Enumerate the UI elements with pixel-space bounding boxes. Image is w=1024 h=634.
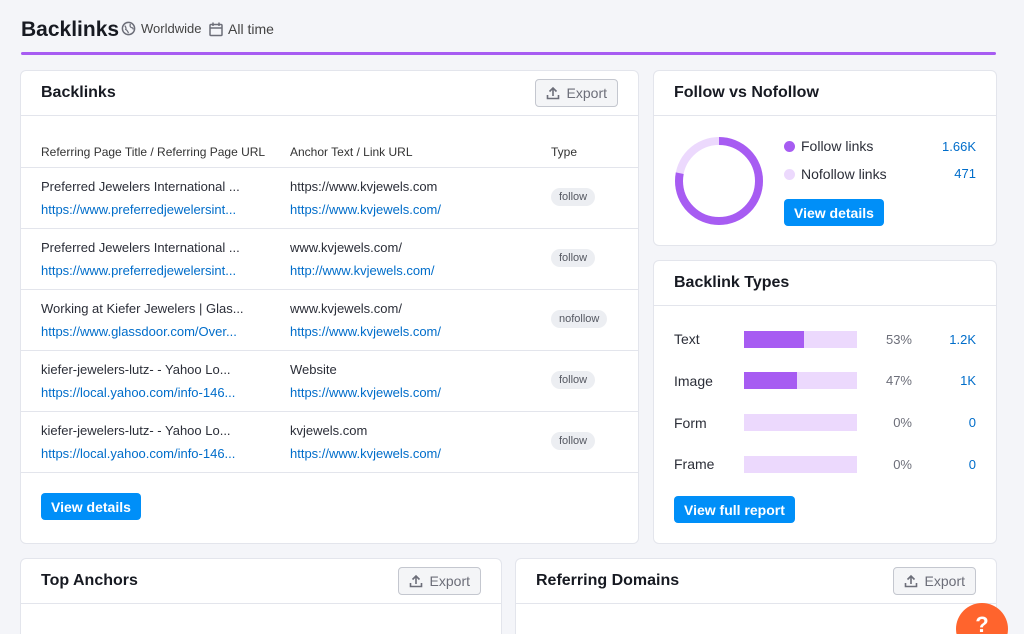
period-label: All time	[228, 21, 274, 37]
link-url[interactable]: https://www.kvjewels.com/	[290, 202, 441, 217]
nofollow-label: Nofollow links	[801, 166, 887, 182]
export-label: Export	[566, 85, 607, 101]
follow-label: Follow links	[801, 138, 874, 154]
export-label: Export	[924, 573, 965, 589]
export-button[interactable]: Export	[534, 79, 618, 107]
follow-nofollow-card: Follow vs Nofollow Follow links 1.66K No…	[653, 70, 997, 246]
follow-view-details-button[interactable]: View details	[784, 199, 884, 226]
nofollow-dot-icon	[784, 168, 795, 180]
referring-page-title: kiefer-jewelers-lutz- - Yahoo Lo...	[41, 362, 231, 377]
follow-card-title: Follow vs Nofollow	[674, 84, 819, 101]
anchor-text: https://www.kvjewels.com	[290, 179, 438, 194]
link-type-badge: follow	[551, 188, 596, 206]
referring-domains-card: Referring Domains Export	[515, 558, 997, 634]
anchors-export-button[interactable]: Export	[397, 567, 481, 595]
type-label-text: Text	[674, 331, 700, 347]
type-pct-text: 53%	[885, 332, 912, 347]
follow-donut-chart	[675, 137, 763, 225]
top-anchors-card: Top Anchors Export	[20, 558, 502, 634]
follow-card-header: Follow vs Nofollow	[654, 71, 996, 116]
period-selector[interactable]: All time	[209, 21, 274, 37]
nofollow-value[interactable]: 471	[954, 166, 976, 181]
anchor-text: www.kvjewels.com/	[290, 301, 402, 316]
referring-page-url[interactable]: https://local.yahoo.com/info-146...	[41, 446, 273, 461]
link-url[interactable]: https://www.kvjewels.com/	[290, 446, 441, 461]
type-bar-form	[744, 414, 857, 431]
follow-dot-icon	[784, 140, 795, 152]
referring-page-url[interactable]: https://www.glassdoor.com/Over...	[41, 324, 273, 339]
link-type-badge: follow	[551, 371, 596, 389]
column-header-referring-page[interactable]: Referring Page Title / Referring Page UR…	[41, 145, 265, 159]
link-url[interactable]: http://www.kvjewels.com/	[290, 263, 435, 278]
link-url[interactable]: https://www.kvjewels.com/	[290, 385, 441, 400]
type-bar-fill	[744, 331, 804, 348]
anchors-card-header: Top Anchors Export	[21, 559, 501, 604]
type-bar-fill	[744, 372, 798, 389]
region-label: Worldwide	[141, 21, 202, 36]
domains-export-button[interactable]: Export	[892, 567, 976, 595]
referring-page-title: Preferred Jewelers International ...	[41, 179, 240, 194]
region-selector[interactable]: Worldwide	[121, 21, 201, 36]
link-url[interactable]: https://www.kvjewels.com/	[290, 324, 441, 339]
upload-icon	[409, 574, 422, 588]
anchor-text: www.kvjewels.com/	[290, 240, 402, 255]
column-header-type[interactable]: Type	[551, 145, 577, 159]
anchors-card-title: Top Anchors	[41, 572, 138, 589]
row-divider	[21, 472, 638, 473]
anchor-text: Website	[290, 362, 337, 377]
export-label: Export	[429, 573, 470, 589]
view-details-button[interactable]: View details	[41, 493, 141, 520]
referring-page-title: Preferred Jewelers International ...	[41, 240, 240, 255]
table-row: Preferred Jewelers International ... htt…	[21, 168, 638, 229]
referring-page-title: Working at Kiefer Jewelers | Glas...	[41, 301, 244, 316]
page-title: Backlinks	[21, 18, 120, 41]
type-bar-image	[744, 372, 857, 389]
type-value-frame[interactable]: 0	[969, 457, 976, 472]
follow-legend: Follow links	[784, 138, 873, 154]
type-bar-text	[744, 331, 857, 348]
link-type-badge: follow	[551, 432, 596, 450]
referring-page-url[interactable]: https://www.preferredjewelersint...	[41, 202, 273, 217]
upload-icon	[904, 574, 917, 588]
referring-page-url[interactable]: https://local.yahoo.com/info-146...	[41, 385, 273, 400]
nofollow-legend: Nofollow links	[784, 166, 887, 182]
backlinks-card-title: Backlinks	[41, 84, 116, 101]
referring-page-title: kiefer-jewelers-lutz- - Yahoo Lo...	[41, 423, 231, 438]
globe-icon	[121, 21, 136, 36]
type-pct-image: 47%	[885, 373, 912, 388]
types-card-header: Backlink Types	[654, 261, 996, 306]
type-pct-form: 0%	[893, 415, 912, 430]
follow-value[interactable]: 1.66K	[942, 139, 976, 154]
type-bar-frame	[744, 456, 857, 473]
table-row: Working at Kiefer Jewelers | Glas... htt…	[21, 290, 638, 351]
type-pct-frame: 0%	[893, 457, 912, 472]
type-value-form[interactable]: 0	[969, 415, 976, 430]
calendar-icon	[209, 22, 223, 36]
table-row: Preferred Jewelers International ... htt…	[21, 229, 638, 290]
type-label-form: Form	[674, 415, 707, 431]
view-full-report-button[interactable]: View full report	[674, 496, 795, 523]
type-value-text[interactable]: 1.2K	[949, 332, 976, 347]
domains-card-title: Referring Domains	[536, 572, 680, 589]
domains-card-header: Referring Domains Export	[516, 559, 996, 604]
types-card-title: Backlink Types	[674, 274, 790, 291]
anchor-text: kvjewels.com	[290, 423, 368, 438]
type-label-image: Image	[674, 373, 713, 389]
type-label-frame: Frame	[674, 456, 715, 472]
backlinks-card: Backlinks Export Referring Page Title / …	[20, 70, 639, 544]
table-row: kiefer-jewelers-lutz- - Yahoo Lo... http…	[21, 412, 638, 473]
backlinks-card-header: Backlinks Export	[21, 71, 638, 116]
header-underline	[21, 52, 996, 55]
table-row: kiefer-jewelers-lutz- - Yahoo Lo... http…	[21, 351, 638, 412]
upload-icon	[546, 86, 559, 100]
link-type-badge: nofollow	[551, 310, 608, 328]
link-type-badge: follow	[551, 249, 596, 267]
backlink-types-card: Backlink Types Text 53% 1.2K Image 47% 1…	[653, 260, 997, 544]
column-header-anchor[interactable]: Anchor Text / Link URL	[290, 145, 413, 159]
type-value-image[interactable]: 1K	[960, 373, 976, 388]
referring-page-url[interactable]: https://www.preferredjewelersint...	[41, 263, 273, 278]
page-header: Backlinks Worldwide All time	[21, 0, 996, 56]
